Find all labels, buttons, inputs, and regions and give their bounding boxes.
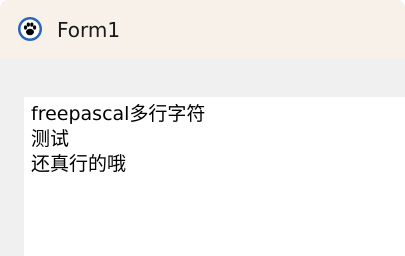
title-bar[interactable]: Form1 <box>0 0 405 58</box>
memo-line-3: 还真行的哦 <box>31 153 127 175</box>
form1-window: Form1 freepascal多行字符 测试 还真行的哦 <box>0 0 405 256</box>
memo-line-2: 测试 <box>31 128 70 150</box>
window-title: Form1 <box>57 18 121 42</box>
lazarus-paw-icon[interactable] <box>17 16 43 42</box>
memo-text-area[interactable]: freepascal多行字符 测试 还真行的哦 <box>24 97 405 256</box>
memo-line-1: freepascal多行字符 <box>31 103 206 125</box>
